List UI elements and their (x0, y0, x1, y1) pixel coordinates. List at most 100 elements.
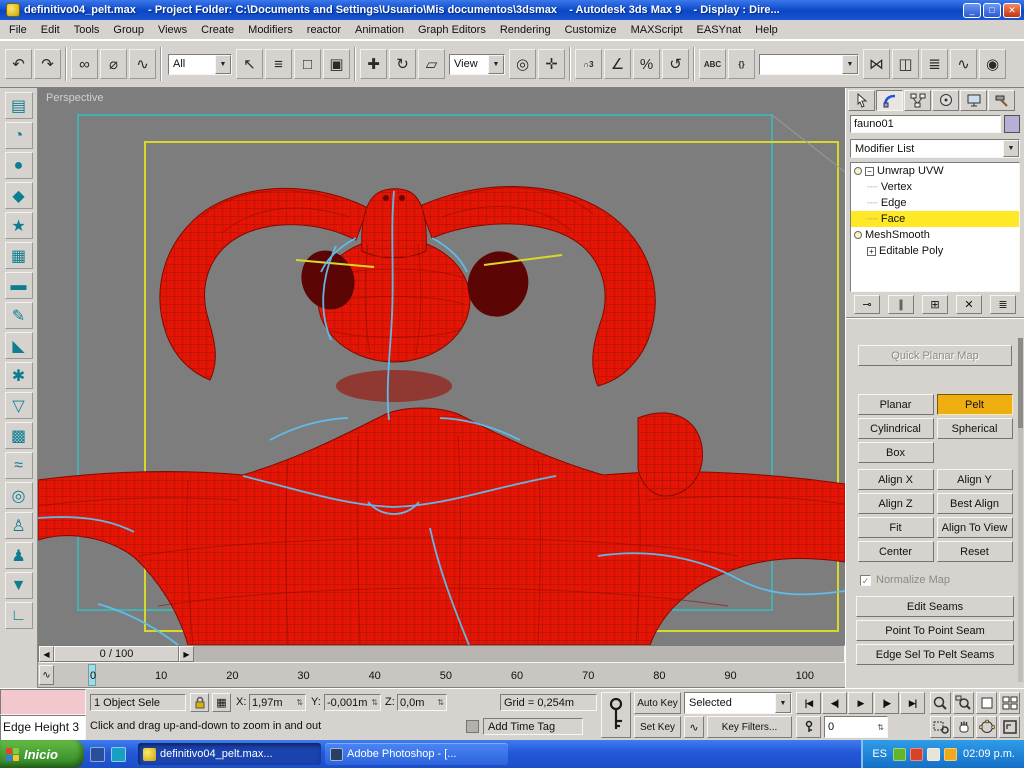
keyboard-shortcut-override-icon[interactable]: ABC (699, 49, 726, 79)
tab-create[interactable] (848, 90, 875, 111)
time-slider-next-arrow[interactable]: ▶ (179, 646, 194, 662)
left-tool-17-icon[interactable]: ▼ (4, 572, 33, 599)
mirror-icon[interactable]: ⋈ (863, 49, 890, 79)
percent-snap-icon[interactable]: % (633, 49, 660, 79)
panel-scrollbar[interactable] (1018, 338, 1023, 682)
menu-file[interactable]: File (2, 22, 34, 38)
stack-item-vertex[interactable]: ┈┈ Vertex (851, 179, 1019, 195)
dropdown-arrow-icon[interactable]: ▼ (1003, 140, 1019, 157)
spherical-button[interactable]: Spherical (936, 418, 1013, 439)
menu-maxscript[interactable]: MAXScript (624, 22, 690, 38)
menu-easynat[interactable]: EASYnat (690, 22, 749, 38)
left-tool-10-icon[interactable]: ✱ (4, 362, 33, 389)
absolute-offset-toggle[interactable]: ▦ (212, 693, 231, 712)
left-tool-2-icon[interactable]: ◔ (4, 122, 33, 149)
left-tool-6-icon[interactable]: ▦ (4, 242, 33, 269)
align-z-button[interactable]: Align Z (857, 493, 934, 514)
language-indicator[interactable]: ES (872, 748, 887, 760)
select-and-move-icon[interactable]: ✚ (360, 49, 387, 79)
planar-button[interactable]: Planar (857, 394, 934, 415)
left-tool-14-icon[interactable]: ◎ (4, 482, 33, 509)
menu-create[interactable]: Create (194, 22, 241, 38)
quicklaunch-icon-2[interactable] (111, 746, 126, 762)
edit-seams-button[interactable]: Edit Seams (856, 596, 1014, 617)
redo-icon[interactable]: ↷ (34, 49, 61, 79)
undo-icon[interactable]: ↶ (5, 49, 32, 79)
left-tool-4-icon[interactable]: ◆ (4, 182, 33, 209)
maximize-button[interactable]: □ (983, 2, 1001, 18)
set-key-mode-button[interactable] (601, 692, 631, 738)
remove-modifier-icon[interactable]: ✕ (956, 295, 982, 314)
set-key-button[interactable]: Set Key (634, 716, 681, 738)
previous-frame-button[interactable]: ◀| (822, 692, 847, 714)
menu-modifiers[interactable]: Modifiers (241, 22, 300, 38)
select-and-rotate-icon[interactable]: ↻ (389, 49, 416, 79)
left-tool-12-icon[interactable]: ▩ (4, 422, 33, 449)
bulb-icon[interactable] (854, 231, 862, 239)
spinner-icon[interactable]: ⇅ (371, 698, 378, 707)
selection-lock-button[interactable] (190, 693, 209, 712)
auto-key-button[interactable]: Auto Key (634, 692, 681, 714)
stack-item-meshsmooth[interactable]: MeshSmooth (851, 227, 1019, 243)
object-color-swatch[interactable] (1004, 115, 1020, 133)
arc-rotate-button[interactable] (976, 716, 997, 738)
maxscript-listener[interactable]: Edge Height 3 (0, 715, 86, 741)
taskbar-task-adobe-photoshop[interactable]: Adobe Photoshop - [... (325, 743, 508, 765)
expander-icon[interactable]: − (865, 166, 874, 176)
z-coordinate-field[interactable]: 0,0m ⇅ (397, 694, 447, 711)
key-mode-dropdown[interactable]: Selected ▼ (684, 692, 792, 714)
app-icon[interactable] (6, 3, 20, 17)
stack-item-unwrap-uvw[interactable]: − Unwrap UVW (851, 163, 1019, 179)
current-frame-field[interactable]: 0 ⇅ (824, 716, 888, 738)
menu-animation[interactable]: Animation (348, 22, 411, 38)
zoom-all-button[interactable] (953, 692, 974, 714)
dropdown-arrow-icon[interactable]: ▼ (488, 54, 504, 74)
left-tool-13-icon[interactable]: ≈ (4, 452, 33, 479)
mini-curve-editor-button[interactable]: ∿ (39, 665, 54, 685)
key-mode-toggle-button[interactable] (796, 716, 821, 738)
center-button[interactable]: Center (857, 541, 934, 562)
tray-icon-4[interactable] (944, 747, 958, 761)
select-and-manipulate-icon[interactable]: ✛ (538, 49, 565, 79)
spinner-snap-icon[interactable]: ↺ (662, 49, 689, 79)
pan-button[interactable] (953, 716, 974, 738)
next-frame-button[interactable]: |▶ (874, 692, 899, 714)
minimize-button[interactable]: _ (963, 2, 981, 18)
menu-reactor[interactable]: reactor (300, 22, 348, 38)
maximize-viewport-toggle[interactable] (999, 716, 1020, 738)
menu-help[interactable]: Help (748, 22, 785, 38)
quick-planar-map-button[interactable]: Quick Planar Map (858, 345, 1012, 366)
left-tool-16-icon[interactable]: ♟ (4, 542, 33, 569)
align-y-button[interactable]: Align Y (936, 469, 1013, 490)
align-icon[interactable]: ◫ (892, 49, 919, 79)
zoom-button[interactable] (930, 692, 951, 714)
cylindrical-button[interactable]: Cylindrical (857, 418, 934, 439)
time-slider-thumb[interactable]: 0 / 100 (54, 646, 179, 662)
align-x-button[interactable]: Align X (857, 469, 934, 490)
menu-edit[interactable]: Edit (34, 22, 67, 38)
left-tool-1-icon[interactable]: ▤ (4, 92, 33, 119)
menu-tools[interactable]: Tools (67, 22, 107, 38)
play-button[interactable]: ▶ (848, 692, 873, 714)
pin-stack-icon[interactable]: ⊸ (854, 295, 880, 314)
modifier-list-dropdown[interactable]: Modifier List ▼ (850, 139, 1020, 158)
rectangular-selection-region-icon[interactable]: □ (294, 49, 321, 79)
go-to-start-button[interactable]: |◀ (796, 692, 821, 714)
time-slider-prev-arrow[interactable]: ◀ (39, 646, 54, 662)
tray-icon-1[interactable] (893, 747, 907, 761)
stack-item-face[interactable]: ┈┈ Face (851, 211, 1019, 227)
stack-item-editable-poly[interactable]: + Editable Poly (851, 243, 1019, 259)
menu-group[interactable]: Group (106, 22, 151, 38)
use-pivot-point-center-icon[interactable]: ◎ (509, 49, 536, 79)
stack-item-edge[interactable]: ┈┈ Edge (851, 195, 1019, 211)
reset-button[interactable]: Reset (936, 541, 1013, 562)
quicklaunch-icon-1[interactable] (90, 746, 105, 762)
perspective-viewport[interactable]: Perspective (38, 88, 845, 645)
edge-sel-to-pelt-seams-button[interactable]: Edge Sel To Pelt Seams (856, 644, 1014, 665)
left-tool-3-icon[interactable]: ● (4, 152, 33, 179)
unlink-selection-icon[interactable]: ⌀ (100, 49, 127, 79)
maxscript-macro-recorder[interactable] (0, 689, 86, 715)
tray-icon-2[interactable] (910, 747, 924, 761)
named-selection-sets-icon[interactable]: {} (728, 49, 755, 79)
curve-editor-icon[interactable]: ∿ (950, 49, 977, 79)
